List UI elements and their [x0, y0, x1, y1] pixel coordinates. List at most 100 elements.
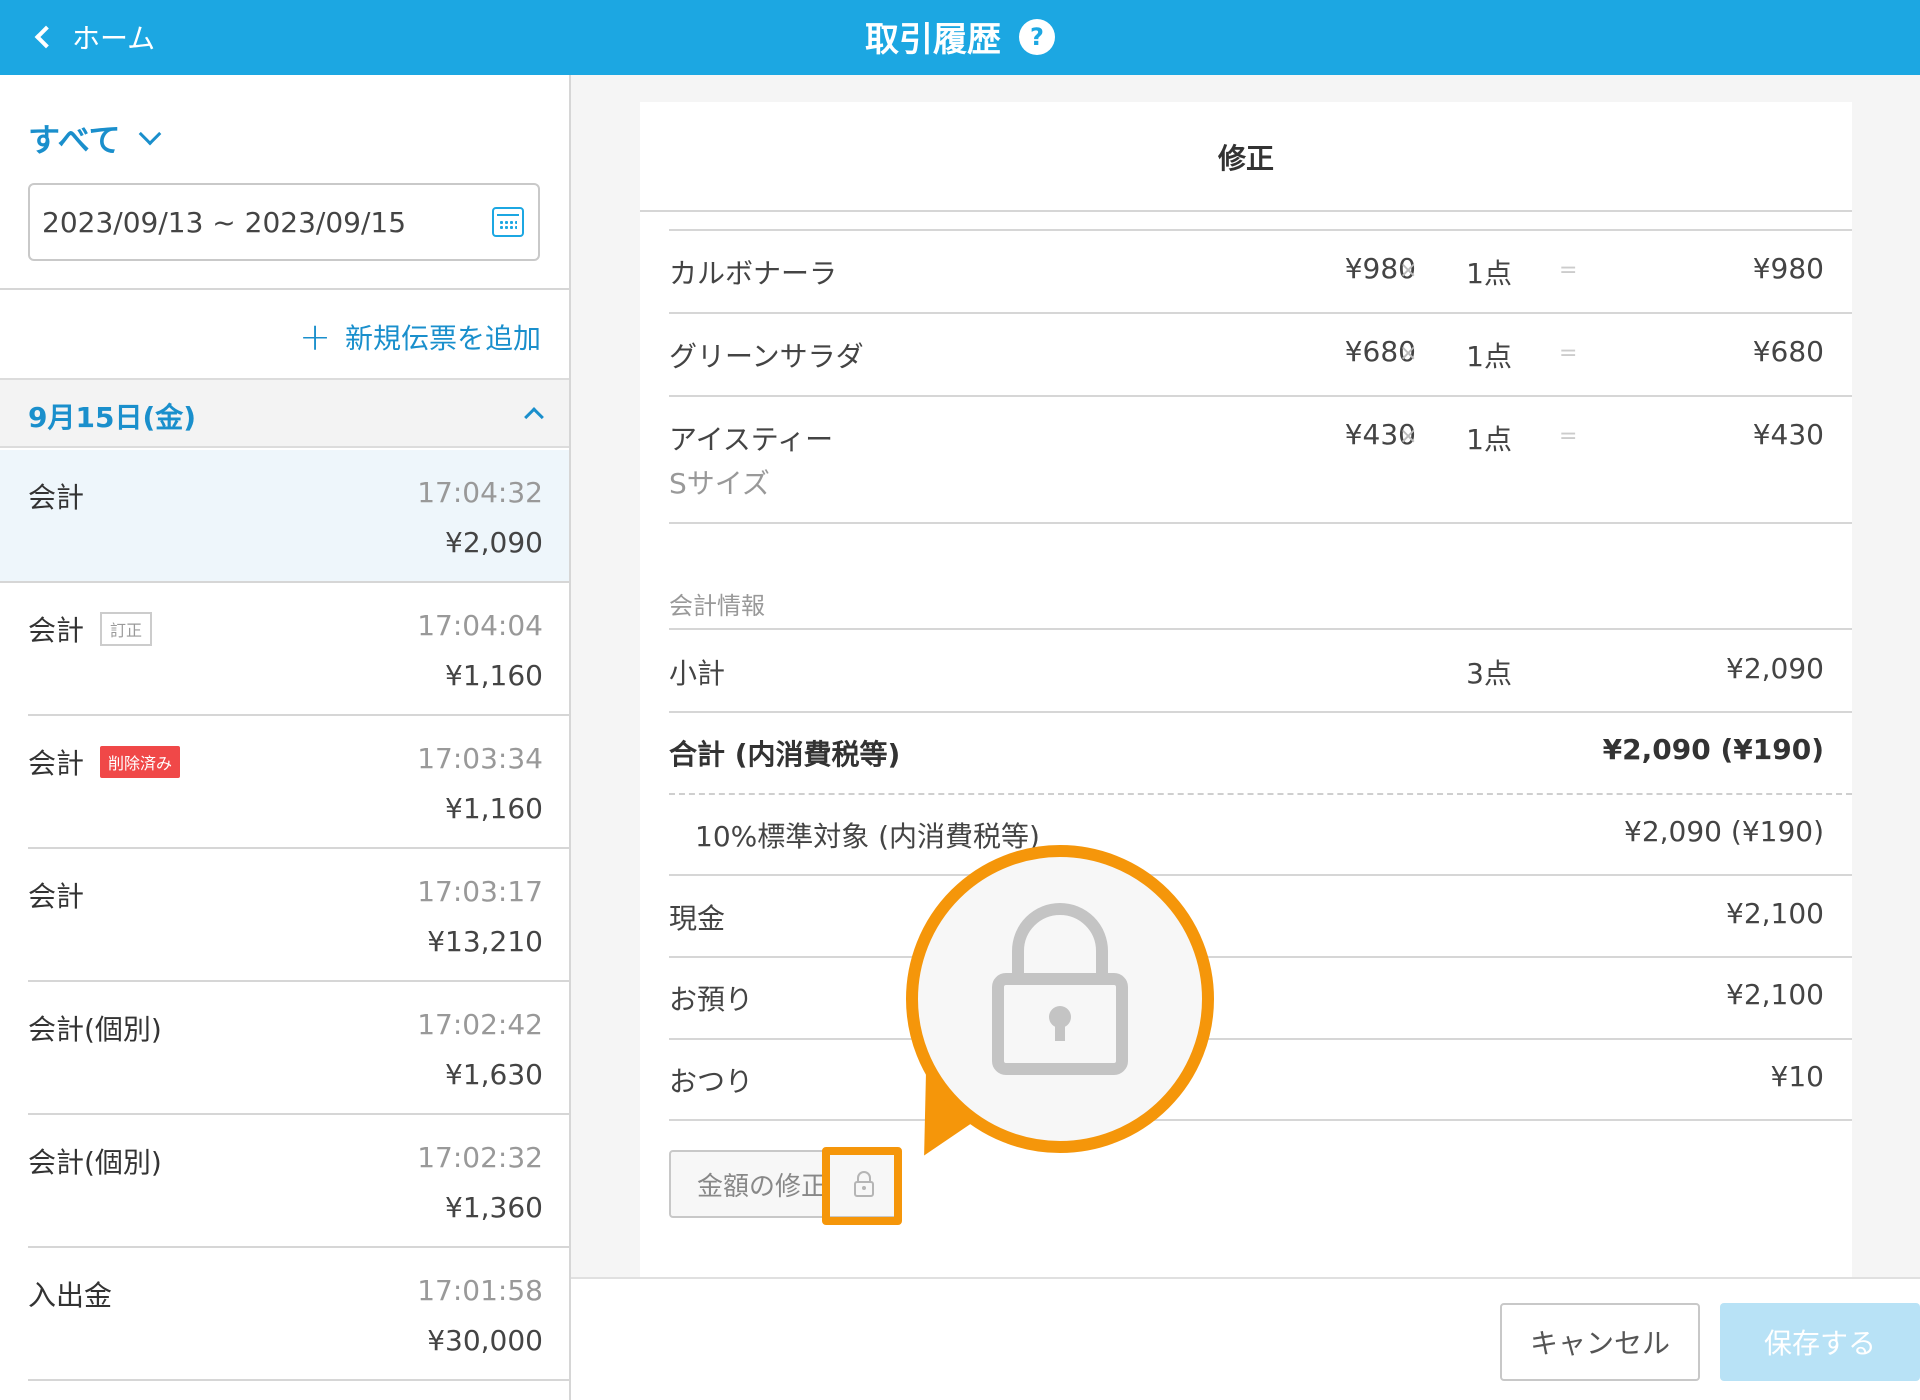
transaction-time: 17:02:32 [417, 1141, 543, 1174]
item-name: グリーンサラダ [669, 340, 864, 373]
chevron-up-icon[interactable] [524, 407, 544, 427]
transaction-kind: 会計(個別) [28, 1141, 162, 1181]
change-label: おつり [669, 1065, 754, 1098]
multiply-sign: × [1399, 258, 1418, 283]
divider [669, 522, 1852, 524]
transaction-item[interactable]: 会計(個別) 17:02:32 ¥1,360 [0, 1115, 569, 1248]
transaction-time: 17:02:42 [417, 1008, 543, 1041]
help-icon[interactable]: ? [1019, 18, 1055, 55]
transaction-detail-card: 修正 カルボナーラ ¥980 × 1点 = ¥980 グリーンサラダ ¥680 … [640, 102, 1852, 1287]
transaction-item[interactable]: 会計 17:03:17 ¥13,210 [0, 849, 569, 982]
equals-sign: = [1559, 424, 1578, 449]
divider [669, 395, 1852, 397]
divider [669, 229, 1852, 231]
date-range-value: 2023/09/13 ~ 2023/09/15 [42, 205, 407, 239]
add-slip-label: 新規伝票を追加 [344, 322, 541, 355]
page-title: 取引履歴 ? [0, 12, 1920, 61]
item-quantity: 1点 [1466, 423, 1512, 456]
total-amount: ¥2,090 (¥190) [1602, 733, 1824, 766]
transaction-item[interactable]: 会計(個別) 17:02:42 ¥1,630 [0, 982, 569, 1115]
subtotal-amount: ¥2,090 [1726, 652, 1824, 685]
transaction-time: 17:03:34 [417, 742, 543, 775]
transaction-item[interactable]: 会計 17:04:32 ¥2,090 [0, 450, 569, 583]
date-group-label: 9月15日(金) [28, 401, 197, 434]
transaction-kind-label: 会計 [28, 481, 85, 514]
item-name: アイスティー [669, 423, 834, 456]
transaction-kind: 入出金 [28, 1274, 112, 1314]
transaction-amount: ¥1,630 [445, 1058, 543, 1091]
transaction-kind-label: 入出金 [28, 1279, 113, 1312]
item-total: ¥680 [1752, 335, 1824, 368]
lock-icon [992, 903, 1128, 1075]
transaction-amount: ¥1,160 [445, 792, 543, 825]
divider [669, 628, 1852, 630]
page-title-text: 取引履歴 [865, 20, 1001, 60]
divider [0, 288, 569, 290]
divider [669, 312, 1852, 314]
item-total: ¥980 [1752, 252, 1824, 285]
filter-dropdown[interactable]: すべて [28, 115, 162, 161]
transaction-kind: 会計 [28, 476, 84, 516]
lock-highlight-box [822, 1147, 902, 1225]
total-label: 合計 (内消費税等) [669, 738, 901, 771]
save-button[interactable]: 保存する [1720, 1303, 1920, 1381]
divider [669, 711, 1852, 713]
transaction-kind: 会計 訂正 [28, 609, 153, 649]
transaction-kind-label: 会計(個別) [28, 1146, 162, 1179]
transaction-time: 17:01:58 [417, 1274, 543, 1307]
deleted-badge: 削除済み [100, 746, 181, 778]
equals-sign: = [1559, 258, 1578, 283]
item-total: ¥430 [1752, 418, 1824, 451]
date-range-field[interactable]: 2023/09/13 ~ 2023/09/15 [28, 183, 540, 261]
subtotal-label: 小計 [669, 657, 726, 690]
divider [640, 210, 1852, 212]
transaction-item[interactable]: 会計 削除済み 17:03:34 ¥1,160 [0, 716, 569, 849]
transaction-time: 17:04:32 [417, 476, 543, 509]
divider [669, 1119, 1852, 1121]
transaction-amount: ¥2,090 [445, 526, 543, 559]
add-slip-button[interactable]: + 新規伝票を追加 [299, 315, 541, 359]
transaction-kind-label: 会計 [28, 614, 85, 647]
chevron-down-icon [139, 122, 162, 146]
item-quantity: 1点 [1466, 340, 1512, 373]
calendar-icon[interactable] [492, 207, 524, 237]
transaction-list-panel: すべて 2023/09/13 ~ 2023/09/15 + 新規伝票を追加 9月… [0, 75, 571, 1400]
action-footer: キャンセル 保存する [571, 1277, 1920, 1400]
transaction-time: 17:04:04 [417, 609, 543, 642]
tax-amount: ¥2,090 (¥190) [1624, 815, 1824, 848]
transaction-amount: ¥1,160 [445, 659, 543, 692]
payment-section-label: 会計情報 [669, 592, 765, 620]
item-quantity: 1点 [1466, 257, 1512, 290]
edit-amount-label: 金額の修正 [697, 1171, 828, 1202]
multiply-sign: × [1399, 341, 1418, 366]
multiply-sign: × [1399, 424, 1418, 449]
transaction-kind: 会計(個別) [28, 1008, 162, 1048]
transaction-amount: ¥1,360 [445, 1191, 543, 1224]
lock-callout-bubble [906, 845, 1214, 1153]
transaction-kind-label: 会計 [28, 747, 85, 780]
cancel-button[interactable]: キャンセル [1500, 1303, 1700, 1381]
date-group-header[interactable]: 9月15日(金) [0, 378, 569, 448]
filter-label: すべて [28, 121, 121, 159]
divider [669, 1038, 1852, 1040]
detail-title: 修正 [1217, 142, 1274, 175]
transaction-amount: ¥30,000 [427, 1324, 543, 1357]
tax-label: 10%標準対象 (内消費税等) [695, 820, 1040, 853]
divider [669, 956, 1852, 958]
cash-label: 現金 [669, 902, 726, 935]
cash-amount: ¥2,100 [1726, 897, 1824, 930]
plus-icon: + [299, 315, 331, 359]
equals-sign: = [1559, 341, 1578, 366]
subtotal-quantity: 3点 [1466, 657, 1512, 690]
divider [669, 874, 1852, 876]
transaction-kind: 会計 [28, 875, 84, 915]
divider [28, 1379, 569, 1381]
transaction-item[interactable]: 入出金 17:01:58 ¥30,000 [0, 1248, 569, 1381]
divider [669, 793, 1852, 795]
corrected-badge: 訂正 [100, 612, 153, 646]
transaction-amount: ¥13,210 [427, 925, 543, 958]
transaction-item[interactable]: 会計 訂正 17:04:04 ¥1,160 [0, 583, 569, 716]
deposit-amount: ¥2,100 [1726, 978, 1824, 1011]
app-header: ホーム 取引履歴 ? [0, 0, 1920, 75]
transaction-time: 17:03:17 [417, 875, 543, 908]
